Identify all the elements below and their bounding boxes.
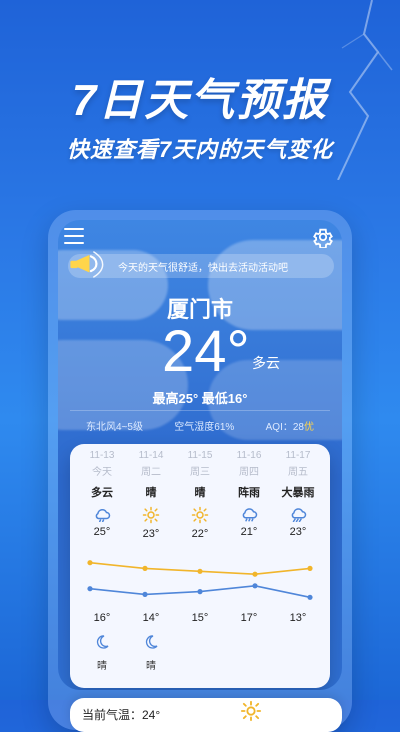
forecast-day[interactable]: 11-15 周三 晴 22° bbox=[176, 450, 224, 540]
app-screen: 今天的天气很舒适，快出去活动活动吧 厦门市 24° 多云 最高25° 最低16°… bbox=[58, 220, 342, 690]
divider bbox=[70, 410, 330, 411]
forecast-weather: 多云 bbox=[91, 487, 113, 499]
forecast-high: 21° bbox=[240, 526, 258, 538]
low-temp-point bbox=[252, 583, 258, 589]
forecast-date: 11-14 bbox=[138, 450, 164, 461]
low-temp-point bbox=[87, 586, 93, 592]
high-temp-point bbox=[197, 568, 203, 574]
forecast-day[interactable]: 11-13 今天 多云 25° bbox=[78, 450, 126, 540]
low-temp-point bbox=[307, 594, 313, 600]
forecast-weather: 晴 bbox=[145, 487, 157, 499]
wind-info: 东北风4~5级 bbox=[86, 422, 143, 433]
forecast-day[interactable]: 11-16 周四 阵雨 21° bbox=[225, 450, 273, 540]
current-temperature: 24° bbox=[162, 319, 250, 384]
forecast-night-cell bbox=[225, 634, 273, 672]
forecast-night-weather: 晴 bbox=[97, 661, 107, 672]
sun-icon bbox=[240, 700, 262, 722]
forecast-low-cell: 15° bbox=[176, 612, 224, 624]
aqi-quality: 优 bbox=[304, 422, 314, 433]
notice-text: 今天的天气很舒适，快出去活动活动吧 bbox=[118, 263, 288, 274]
moon-icon bbox=[96, 635, 109, 649]
temperature-chart bbox=[87, 560, 313, 600]
forecast-weather: 阵雨 bbox=[238, 487, 260, 499]
high-low-temperature: 最高25° 最低16° bbox=[152, 391, 248, 406]
shower-icon bbox=[242, 508, 258, 522]
moon-icon bbox=[145, 635, 158, 649]
forecast-weekday: 周五 bbox=[288, 467, 308, 478]
forecast-low: 16° bbox=[93, 612, 111, 624]
current-temp-label: 当前气温：24° bbox=[82, 708, 161, 722]
forecast-date: 11-13 bbox=[89, 450, 115, 461]
high-temp-point bbox=[142, 565, 148, 571]
forecast-high: 23° bbox=[142, 528, 160, 540]
forecast-low-cell: 17° bbox=[225, 612, 273, 624]
weather-meta: 东北风4~5级 空气湿度61% AQI：28优 bbox=[86, 418, 314, 433]
notice-bar[interactable]: 今天的天气很舒适，快出去活动活动吧 bbox=[68, 251, 334, 278]
forecast-low-cell: 16° bbox=[78, 612, 126, 624]
current-temp-card[interactable]: 当前气温：24° bbox=[70, 698, 342, 732]
forecast-weekday: 今天 bbox=[92, 467, 112, 478]
forecast-weekday: 周四 bbox=[239, 467, 259, 478]
sun-icon bbox=[191, 506, 209, 524]
high-temp-point bbox=[252, 571, 258, 577]
forecast-weather: 大暴雨 bbox=[281, 487, 315, 499]
low-temp-point bbox=[197, 589, 203, 595]
humidity-info: 空气湿度61% bbox=[174, 422, 235, 433]
settings-gear-icon[interactable] bbox=[312, 226, 334, 248]
forecast-low: 15° bbox=[191, 612, 209, 624]
forecast-lows: 16° 14° 15° 17° 13° bbox=[70, 612, 330, 624]
forecast-date: 11-17 bbox=[285, 450, 311, 461]
cloudy-rain-icon bbox=[95, 508, 111, 522]
forecast-low: 17° bbox=[240, 612, 258, 624]
hero-title: 7日天气预报 bbox=[71, 76, 329, 125]
forecast-low-cell: 13° bbox=[274, 612, 322, 624]
aqi-info: AQI：28优 bbox=[266, 418, 314, 433]
forecast-high: 23° bbox=[289, 526, 307, 538]
forecast-night-cell bbox=[176, 634, 224, 672]
forecast-card: 11-13 今天 多云 25° 11-14 周二 晴 23° 11-15 周三 … bbox=[70, 444, 330, 688]
forecast-weather: 晴 bbox=[194, 487, 206, 499]
forecast-days: 11-13 今天 多云 25° 11-14 周二 晴 23° 11-15 周三 … bbox=[70, 450, 330, 540]
megaphone-icon bbox=[70, 251, 104, 278]
forecast-day[interactable]: 11-14 周二 晴 23° bbox=[127, 450, 175, 540]
forecast-date: 11-16 bbox=[236, 450, 262, 461]
sun-icon bbox=[142, 506, 160, 524]
current-condition: 多云 bbox=[252, 355, 280, 371]
forecast-high: 22° bbox=[191, 528, 209, 540]
heavy-rain-icon bbox=[291, 508, 307, 522]
hero-subtitle: 快速查看7天内的天气变化 bbox=[66, 137, 334, 162]
forecast-low: 13° bbox=[289, 612, 307, 624]
forecast-day[interactable]: 11-17 周五 大暴雨 23° bbox=[274, 450, 322, 540]
forecast-high: 25° bbox=[93, 526, 111, 538]
forecast-date: 11-15 bbox=[187, 450, 213, 461]
high-temp-point bbox=[87, 560, 93, 566]
forecast-night-cell: 晴 bbox=[127, 634, 175, 672]
forecast-night-cell bbox=[274, 634, 322, 672]
aqi-label: AQI：28 bbox=[265, 422, 304, 433]
forecast-night-cell: 晴 bbox=[78, 634, 126, 672]
forecast-low: 14° bbox=[142, 612, 160, 624]
low-temp-point bbox=[142, 591, 148, 597]
forecast-weekday: 周二 bbox=[141, 467, 161, 478]
forecast-nights: 晴 晴 bbox=[70, 634, 330, 672]
forecast-weekday: 周三 bbox=[190, 467, 210, 478]
menu-icon[interactable] bbox=[64, 228, 84, 244]
high-temp-point bbox=[307, 565, 313, 571]
forecast-low-cell: 14° bbox=[127, 612, 175, 624]
forecast-night-weather: 晴 bbox=[146, 661, 156, 672]
